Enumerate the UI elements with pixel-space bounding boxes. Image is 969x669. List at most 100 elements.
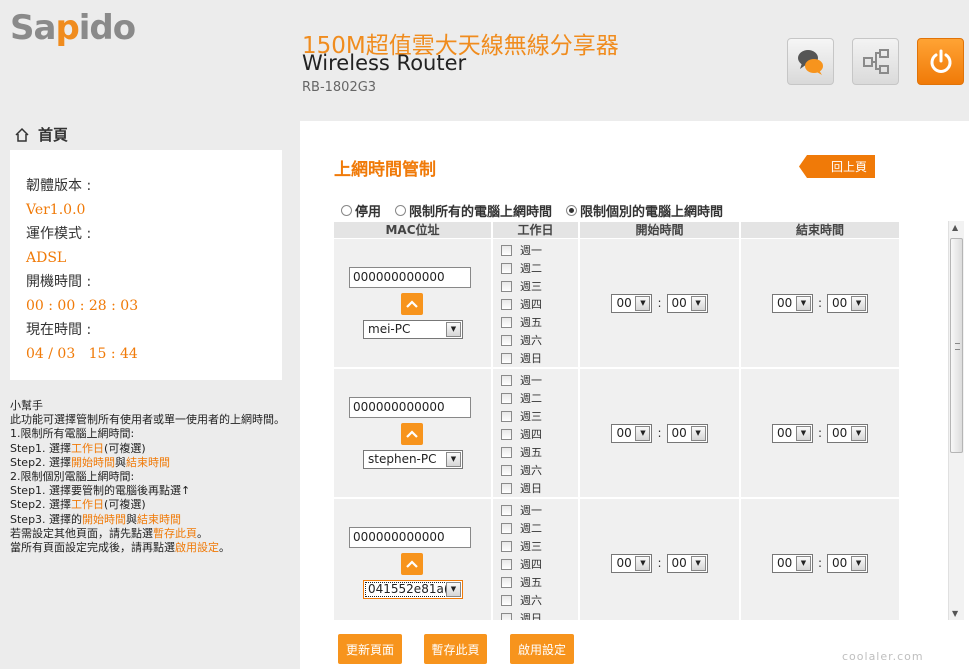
mode-all-radio[interactable]: 限制所有的電腦上網時間 <box>395 201 552 220</box>
radio-dot[interactable] <box>395 205 407 216</box>
radio-dot[interactable] <box>341 205 352 216</box>
weekday-checkbox[interactable] <box>501 316 512 328</box>
weekday-checkbox[interactable] <box>501 352 512 364</box>
computer-select[interactable]: 041552e81a(▼ <box>363 580 463 599</box>
radio-dot-selected[interactable] <box>566 205 578 216</box>
weekday-option[interactable]: 週四 <box>493 425 578 443</box>
mac-address-input[interactable]: 000000000000 <box>349 267 471 288</box>
chevron-down-icon[interactable]: ▼ <box>851 425 867 441</box>
time-select[interactable]: 00 ▼ <box>611 293 653 313</box>
chevron-down-icon[interactable]: ▼ <box>851 555 867 571</box>
chevron-down-icon[interactable]: ▼ <box>446 452 461 467</box>
time-select[interactable]: 00 ▼ <box>611 553 653 573</box>
weekday-checkbox[interactable] <box>501 262 512 274</box>
mac-address-input[interactable]: 000000000000 <box>349 397 471 418</box>
mode-individual-radio[interactable]: 限制個別的電腦上網時間 <box>566 201 723 220</box>
weekday-checkbox[interactable] <box>501 482 512 494</box>
mode-disable-radio[interactable]: 停用 <box>341 201 381 220</box>
weekday-checkbox[interactable] <box>501 392 512 404</box>
weekday-checkbox[interactable] <box>501 594 512 606</box>
weekday-option[interactable]: 週一 <box>493 371 578 389</box>
weekday-checkbox[interactable] <box>501 576 512 588</box>
vertical-scrollbar[interactable]: ▲ ▼ <box>948 221 964 620</box>
chevron-down-icon[interactable]: ▼ <box>446 582 461 597</box>
weekday-checkbox[interactable] <box>501 558 512 570</box>
weekday-checkbox[interactable] <box>501 540 512 552</box>
time-select[interactable]: 00 ▼ <box>827 553 869 573</box>
apply-settings-button[interactable]: 啟用設定 <box>510 634 574 664</box>
mac-address-input[interactable]: 000000000000 <box>349 527 471 548</box>
weekday-option[interactable]: 週二 <box>493 519 578 537</box>
back-button[interactable]: 回上頁 <box>799 155 875 178</box>
time-select[interactable]: 00 ▼ <box>771 553 813 573</box>
weekday-option[interactable]: 週三 <box>493 537 578 555</box>
home-link[interactable]: 首頁 <box>14 124 68 145</box>
weekday-checkbox[interactable] <box>501 428 512 440</box>
time-select[interactable]: 00 ▼ <box>771 293 813 313</box>
col-day-header: 工作日 <box>493 222 578 238</box>
weekday-option[interactable]: 週一 <box>493 501 578 519</box>
weekday-checkbox[interactable] <box>501 374 512 386</box>
chevron-down-icon[interactable]: ▼ <box>795 555 811 571</box>
weekday-checkbox[interactable] <box>501 410 512 422</box>
power-button[interactable] <box>917 38 964 85</box>
chevron-down-icon[interactable]: ▼ <box>690 425 706 441</box>
computer-select[interactable]: mei-PC ▼ <box>363 320 463 339</box>
mode-value: ADSL <box>26 250 67 266</box>
chevron-down-icon[interactable]: ▼ <box>690 295 706 311</box>
weekday-option[interactable]: 週日 <box>493 609 578 620</box>
scroll-thumb[interactable] <box>950 238 963 453</box>
chevron-down-icon[interactable]: ▼ <box>851 295 867 311</box>
refresh-page-button[interactable]: 更新頁面 <box>338 634 402 664</box>
weekday-option[interactable]: 週一 <box>493 241 578 259</box>
time-select[interactable]: 00 ▼ <box>666 293 708 313</box>
time-select[interactable]: 00 ▼ <box>666 423 708 443</box>
weekday-option[interactable]: 週五 <box>493 443 578 461</box>
weekday-option[interactable]: 週三 <box>493 407 578 425</box>
time-select[interactable]: 00 ▼ <box>611 423 653 443</box>
weekday-checkbox[interactable] <box>501 446 512 458</box>
computer-select[interactable]: stephen-PC ▼ <box>363 450 463 469</box>
fill-mac-button[interactable] <box>401 423 423 445</box>
weekday-checkbox[interactable] <box>501 280 512 292</box>
time-select[interactable]: 00 ▼ <box>666 553 708 573</box>
save-page-button[interactable]: 暫存此頁 <box>424 634 487 664</box>
weekday-option[interactable]: 週四 <box>493 555 578 573</box>
weekday-option[interactable]: 週二 <box>493 389 578 407</box>
fill-mac-button[interactable] <box>401 293 423 315</box>
fill-mac-button[interactable] <box>401 553 423 575</box>
time-select[interactable]: 00 ▼ <box>827 423 869 443</box>
weekday-option[interactable]: 週六 <box>493 331 578 349</box>
weekday-option[interactable]: 週四 <box>493 295 578 313</box>
weekday-option[interactable]: 週六 <box>493 591 578 609</box>
chevron-down-icon[interactable]: ▼ <box>446 322 461 337</box>
weekday-checkbox[interactable] <box>501 504 512 516</box>
chevron-down-icon[interactable]: ▼ <box>795 295 811 311</box>
weekday-checkbox[interactable] <box>501 244 512 256</box>
weekday-checkbox[interactable] <box>501 298 512 310</box>
helper-step: Step2. 選擇工作日(可複選) <box>10 498 146 512</box>
chevron-down-icon[interactable]: ▼ <box>635 425 651 441</box>
arrow-up-icon <box>406 300 418 308</box>
network-button[interactable] <box>852 38 899 85</box>
weekday-option[interactable]: 週五 <box>493 313 578 331</box>
weekday-option[interactable]: 週二 <box>493 259 578 277</box>
time-select[interactable]: 00 ▼ <box>771 423 813 443</box>
weekday-option[interactable]: 週日 <box>493 349 578 367</box>
scroll-up-icon[interactable]: ▲ <box>952 223 958 232</box>
weekday-checkbox[interactable] <box>501 464 512 476</box>
scroll-down-icon[interactable]: ▼ <box>952 609 958 618</box>
weekday-option[interactable]: 週日 <box>493 479 578 497</box>
weekday-option[interactable]: 週六 <box>493 461 578 479</box>
weekday-checkbox[interactable] <box>501 334 512 346</box>
chevron-down-icon[interactable]: ▼ <box>635 295 651 311</box>
chevron-down-icon[interactable]: ▼ <box>795 425 811 441</box>
chevron-down-icon[interactable]: ▼ <box>635 555 651 571</box>
weekday-checkbox[interactable] <box>501 522 512 534</box>
weekday-checkbox[interactable] <box>501 612 512 620</box>
weekday-option[interactable]: 週五 <box>493 573 578 591</box>
weekday-option[interactable]: 週三 <box>493 277 578 295</box>
time-select[interactable]: 00 ▼ <box>827 293 869 313</box>
chevron-down-icon[interactable]: ▼ <box>690 555 706 571</box>
chat-button[interactable] <box>787 38 834 85</box>
